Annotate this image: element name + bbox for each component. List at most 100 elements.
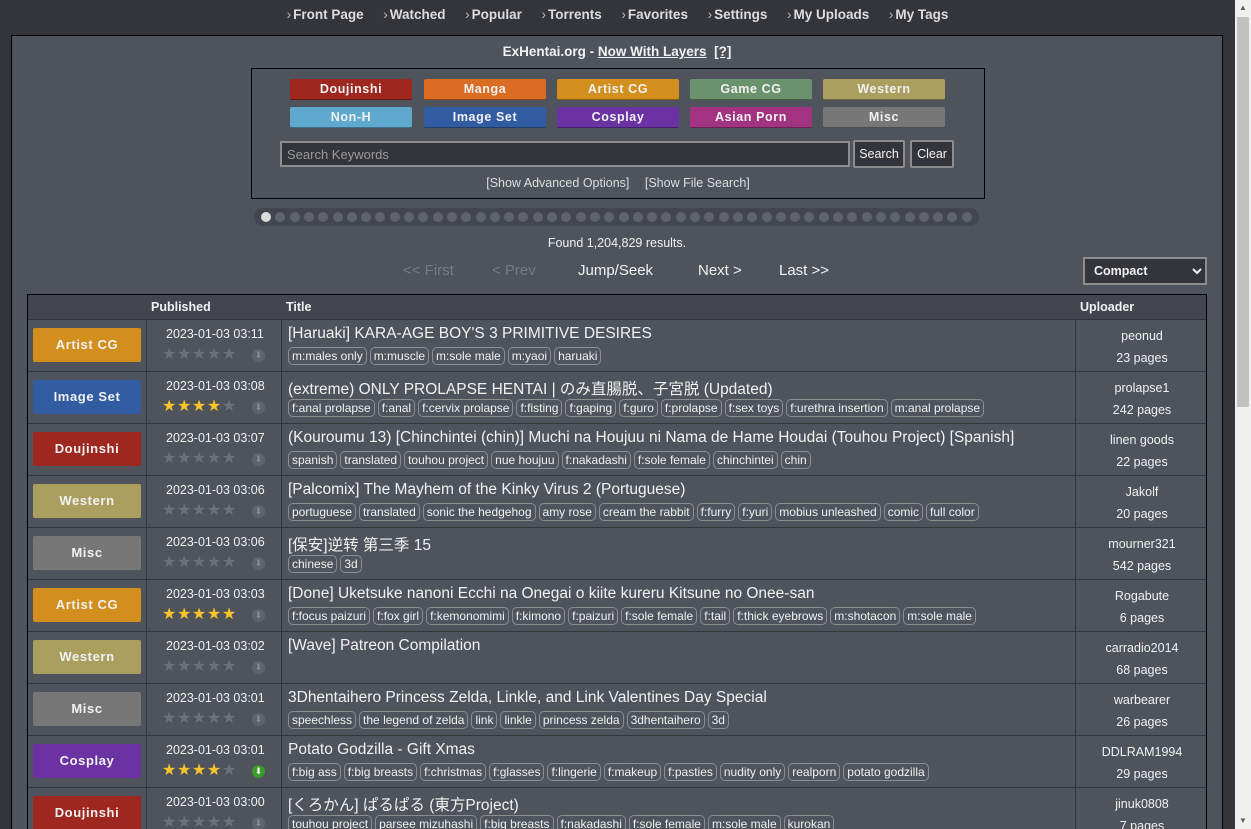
gallery-title-link[interactable]: [保安]逆转 第三季 15 bbox=[288, 533, 431, 555]
layer-dot[interactable] bbox=[547, 212, 557, 222]
nav-favorites[interactable]: › Favorites bbox=[621, 7, 688, 22]
layer-dot[interactable] bbox=[303, 212, 314, 222]
tag[interactable]: linkle bbox=[500, 711, 536, 729]
tag[interactable]: f:guro bbox=[619, 399, 658, 417]
tag[interactable]: f:thick eyebrows bbox=[733, 607, 828, 625]
tag[interactable]: m:shotacon bbox=[830, 607, 901, 625]
layer-dot[interactable] bbox=[461, 212, 472, 222]
tag[interactable]: f:paizuri bbox=[568, 607, 619, 625]
layer-dot[interactable] bbox=[961, 212, 972, 222]
tag[interactable]: parsee mizuhashi bbox=[375, 815, 478, 829]
tag[interactable]: nudity only bbox=[719, 763, 786, 781]
tag[interactable]: m:males only bbox=[288, 347, 367, 365]
layer-dot[interactable] bbox=[675, 212, 686, 222]
scrollbar-thumb[interactable] bbox=[1237, 17, 1249, 407]
tag[interactable]: link bbox=[471, 711, 498, 729]
layer-dot[interactable] bbox=[861, 212, 872, 222]
tag[interactable]: full color bbox=[926, 503, 979, 521]
last-page-link[interactable]: Last >> bbox=[779, 262, 829, 279]
layer-dot[interactable] bbox=[561, 212, 572, 222]
tag[interactable]: chinchintei bbox=[712, 451, 778, 469]
nav-watched[interactable]: › Watched bbox=[383, 7, 445, 22]
tag[interactable]: f:nakadashi bbox=[561, 451, 631, 469]
clear-button[interactable]: Clear bbox=[910, 140, 954, 168]
nav-my-tags[interactable]: › My Tags bbox=[889, 7, 949, 22]
gallery-title-link[interactable]: 3Dhentaihero Princess Zelda, Linkle, and… bbox=[288, 689, 767, 707]
row-category-button[interactable]: Artist CG bbox=[33, 588, 141, 622]
search-button[interactable]: Search bbox=[853, 140, 905, 168]
tag[interactable]: f:big breasts bbox=[480, 815, 554, 829]
tag[interactable]: touhou project bbox=[288, 815, 373, 829]
layers-link[interactable]: Now With Layers bbox=[598, 44, 707, 59]
row-category-button[interactable]: Misc bbox=[33, 692, 141, 726]
uploader-link[interactable]: warbearer bbox=[1077, 693, 1206, 707]
tag[interactable]: speechless bbox=[288, 711, 357, 729]
layer-dot[interactable] bbox=[432, 212, 443, 222]
layer-dot[interactable] bbox=[890, 212, 901, 222]
tag[interactable]: m:sole male bbox=[903, 607, 976, 625]
tag[interactable]: f:yuri bbox=[738, 503, 773, 521]
layer-dot[interactable] bbox=[604, 212, 615, 222]
tag[interactable]: f:gaping bbox=[565, 399, 617, 417]
row-category-button[interactable]: Misc bbox=[33, 536, 141, 570]
row-category-button[interactable]: Doujinshi bbox=[33, 432, 141, 466]
next-page-link[interactable]: Next > bbox=[698, 262, 742, 279]
row-category-button[interactable]: Image Set bbox=[33, 380, 141, 414]
tag[interactable]: f:cervix prolapse bbox=[418, 399, 514, 417]
tag[interactable]: m:sole male bbox=[432, 347, 505, 365]
layer-dot[interactable] bbox=[690, 212, 700, 222]
tag[interactable]: m:muscle bbox=[369, 347, 430, 365]
tag[interactable]: m:sole male bbox=[707, 815, 781, 829]
layer-dot[interactable] bbox=[518, 212, 529, 222]
layer-dot[interactable] bbox=[790, 212, 801, 222]
tag[interactable]: m:anal prolapse bbox=[890, 399, 985, 417]
row-category-button[interactable]: Artist CG bbox=[33, 328, 141, 362]
row-category-button[interactable]: Western bbox=[33, 640, 141, 674]
tag[interactable]: f:makeup bbox=[603, 763, 662, 781]
gallery-title-link[interactable]: (Kouroumu 13) [Chinchintei (chin)] Muchi… bbox=[288, 429, 1014, 447]
layer-dot[interactable] bbox=[775, 212, 786, 222]
layer-dot[interactable] bbox=[361, 212, 372, 222]
layer-dot[interactable] bbox=[818, 212, 829, 222]
layer-dot[interactable] bbox=[504, 212, 515, 222]
layer-dot[interactable] bbox=[289, 212, 300, 222]
show-file-search-link[interactable]: [Show File Search] bbox=[645, 176, 750, 190]
layer-dot[interactable] bbox=[904, 212, 915, 222]
category-cosplay-button[interactable]: Cosplay bbox=[557, 107, 679, 128]
layer-dot[interactable] bbox=[475, 212, 486, 222]
gallery-title-link[interactable]: [くろかん] ぱるぱる (東方Project) bbox=[288, 793, 519, 815]
layer-dot[interactable] bbox=[375, 212, 386, 222]
layer-dot[interactable] bbox=[418, 212, 429, 222]
tag[interactable]: f:focus paizuri bbox=[288, 607, 371, 625]
layer-dot[interactable] bbox=[761, 212, 772, 222]
uploader-link[interactable]: Jakolf bbox=[1077, 485, 1206, 499]
layer-dot[interactable] bbox=[446, 212, 457, 222]
tag[interactable]: f:kimono bbox=[511, 607, 566, 625]
layer-dot[interactable] bbox=[704, 212, 715, 222]
uploader-link[interactable]: jinuk0808 bbox=[1077, 797, 1206, 811]
layer-dot[interactable] bbox=[575, 212, 586, 222]
layer-dot[interactable] bbox=[618, 212, 629, 222]
layer-dot[interactable] bbox=[404, 212, 414, 222]
layer-dot[interactable] bbox=[589, 212, 600, 222]
layer-dot[interactable] bbox=[261, 212, 271, 222]
gallery-title-link[interactable]: [Haruaki] KARA-AGE BOY'S 3 PRIMITIVE DES… bbox=[288, 325, 652, 343]
category-doujinshi-button[interactable]: Doujinshi bbox=[290, 79, 412, 100]
tag[interactable]: the legend of zelda bbox=[359, 711, 469, 729]
category-non-h-button[interactable]: Non-H bbox=[290, 107, 412, 128]
layer-dot[interactable] bbox=[275, 212, 286, 222]
layer-dot[interactable] bbox=[632, 212, 643, 222]
tag[interactable]: f:fox girl bbox=[373, 607, 424, 625]
tag[interactable]: potato godzilla bbox=[843, 763, 929, 781]
tag[interactable]: spanish bbox=[288, 451, 338, 469]
row-category-button[interactable]: Western bbox=[33, 484, 141, 518]
tag[interactable]: f:sole female bbox=[633, 451, 710, 469]
layer-dot[interactable] bbox=[918, 212, 929, 222]
torrent-icon[interactable]: ⬇ bbox=[252, 765, 265, 778]
tag[interactable]: f:nakadashi bbox=[556, 815, 626, 829]
tag[interactable]: f:christmas bbox=[420, 763, 487, 781]
tag[interactable]: realporn bbox=[788, 763, 841, 781]
tag[interactable]: m:yaoi bbox=[507, 347, 552, 365]
tag[interactable]: f:sole female bbox=[628, 815, 705, 829]
page-scrollbar[interactable]: ▲ ▼ bbox=[1235, 0, 1251, 829]
